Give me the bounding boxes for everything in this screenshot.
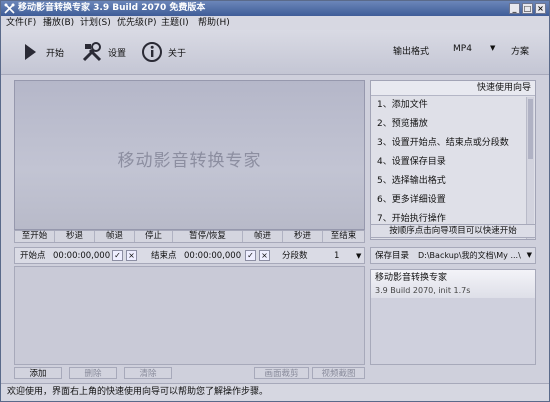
play-icon [25,44,36,60]
save-directory-bar: 保存目录 D:\Backup\我的文档\My ...\ ▼ [370,247,536,264]
to-end-button[interactable]: 至结束 [323,231,364,242]
status-text: 欢迎使用，界面右上角的快速使用向导可以帮助您了解操作步骤。 [7,387,269,397]
start-button-label: 开始 [46,48,65,59]
info-version: 3.9 Build 2070, init 1.7s [375,286,471,295]
about-button[interactable]: 关于 [141,39,186,65]
delete-button[interactable]: 删除 [69,367,117,379]
window-title: 移动影音转换专家 3.9 Build 2070 免费版本 [18,3,206,13]
pause-resume-button[interactable]: 暂停/恢复 [173,231,243,242]
points-bar: 开始点 00:00:00,000 ✓ × 结束点 00:00:00,000 ✓ … [14,247,365,264]
wizard-item-set-points[interactable]: 3、设置开始点、结束点或分段数 [377,137,509,149]
output-format-label: 输出格式 [393,47,430,57]
wizard-item-save-dir[interactable]: 4、设置保存目录 [377,156,446,168]
close-button[interactable]: × [535,3,546,14]
save-dropdown-chevron-icon[interactable]: ▼ [527,251,532,259]
wizard-header: 快速使用向导 [371,81,535,96]
menu-theme[interactable]: 主题(I) [161,17,189,29]
scheme-button[interactable]: 方案 [511,44,529,57]
end-confirm-checkbox[interactable]: ✓ [245,250,256,261]
back-second-button[interactable]: 秒退 [55,231,95,242]
wizard-item-output-format[interactable]: 5、选择输出格式 [377,175,446,187]
quick-wizard-panel: 快速使用向导 1、添加文件 2、预览播放 3、设置开始点、结束点或分段数 4、设… [370,80,536,240]
snapshot-button[interactable]: 视频截图 [312,367,365,379]
add-button[interactable]: 添加 [14,367,62,379]
forward-second-button[interactable]: 秒进 [283,231,323,242]
start-confirm-checkbox[interactable]: ✓ [112,250,123,261]
chevron-down-icon[interactable]: ▼ [490,44,495,52]
end-point-time[interactable]: 00:00:00,000 [184,250,241,262]
segments-dropdown[interactable]: 1 [334,250,339,262]
video-preview: 移动影音转换专家 [14,80,365,230]
menu-help[interactable]: 帮助(H) [198,17,230,29]
segments-chevron-down-icon[interactable]: ▼ [356,250,361,262]
about-button-label: 关于 [168,48,187,59]
info-icon [142,42,162,62]
save-directory-path[interactable]: D:\Backup\我的文档\My ...\ [418,250,521,262]
preview-watermark: 移动影音转换专家 [117,151,262,171]
menu-priority[interactable]: 优先级(P) [117,17,156,29]
back-frame-button[interactable]: 帧退 [95,231,135,242]
maximize-button[interactable]: □ [522,3,533,14]
menu-file[interactable]: 文件(F) [6,17,36,29]
status-bar: 欢迎使用，界面右上角的快速使用向导可以帮助您了解操作步骤。 [1,383,549,401]
settings-button-label: 设置 [108,48,127,59]
wizard-scroll-thumb[interactable] [528,99,533,159]
start-point-label: 开始点 [20,251,46,261]
start-button[interactable]: 开始 [19,39,64,65]
toolbar: 开始 设置 关于 输出格式 MP4 ▼ 方案 [1,30,549,75]
output-format-dropdown[interactable]: MP4 [453,44,472,54]
end-clear-button[interactable]: × [259,250,270,261]
info-app-name: 移动影音转换专家 [375,273,448,283]
minimize-button[interactable]: _ [509,3,520,14]
main-window: 移动影音转换专家 3.9 Build 2070 免费版本 _ □ × 文件(F)… [0,0,550,402]
clear-button[interactable]: 清除 [124,367,172,379]
start-clear-button[interactable]: × [126,250,137,261]
bottom-actions: 添加 删除 清除 画面裁剪 视频截图 [14,367,365,380]
tools-icon [82,42,102,62]
info-header: 移动影音转换专家 3.9 Build 2070, init 1.7s [371,270,535,298]
menu-schedule[interactable]: 计划(S) [80,17,111,29]
wizard-item-add-file[interactable]: 1、添加文件 [377,99,428,111]
wizard-item-more-settings[interactable]: 6、更多详细设置 [377,194,446,206]
stop-button[interactable]: 停止 [135,231,173,242]
app-icon [4,3,15,14]
title-bar: 移动影音转换专家 3.9 Build 2070 免费版本 _ □ × [1,1,549,16]
to-start-button[interactable]: 至开始 [15,231,55,242]
file-list[interactable] [14,266,365,365]
info-panel: 移动影音转换专家 3.9 Build 2070, init 1.7s [370,269,536,365]
segments-label: 分段数 [282,251,308,261]
menu-play[interactable]: 播放(B) [43,17,74,29]
wizard-tip: 按顺序点击向导项目可以快速开始 [370,224,536,238]
playback-controls: 至开始 秒退 帧退 停止 暂停/恢复 帧进 秒进 至结束 [14,230,365,243]
start-point-time[interactable]: 00:00:00,000 [53,250,110,262]
forward-frame-button[interactable]: 帧进 [243,231,283,242]
crop-button[interactable]: 画面裁剪 [254,367,309,379]
menu-bar: 文件(F) 播放(B) 计划(S) 优先级(P) 主题(I) 帮助(H) [1,16,549,30]
wizard-item-preview[interactable]: 2、预览播放 [377,118,428,130]
wizard-scrollbar[interactable] [526,97,534,239]
settings-button[interactable]: 设置 [81,39,126,65]
end-point-label: 结束点 [151,251,177,261]
save-directory-label: 保存目录 [375,251,410,261]
